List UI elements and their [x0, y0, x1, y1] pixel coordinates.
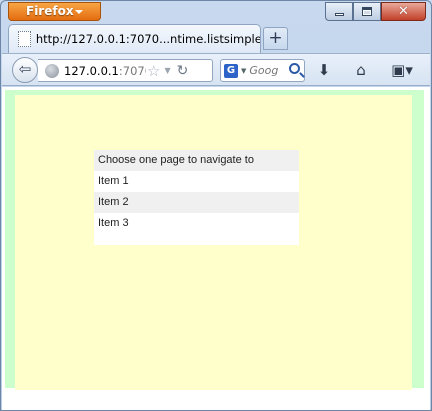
navigation-toolbar: ⇦ 127.0.0.1:7070/c ☆ ▼ ↻ G ▼ Goog ⬇ ⌂ ▣▾: [2, 53, 430, 86]
close-icon: ✕: [398, 4, 409, 19]
minimize-button[interactable]: [325, 2, 353, 21]
history-dropdown-icon[interactable]: ▼: [164, 66, 170, 75]
url-path: :7070/c: [118, 63, 146, 78]
home-icon[interactable]: ⌂: [353, 62, 369, 78]
new-tab-button[interactable]: +: [263, 27, 288, 50]
list-item-2[interactable]: Item 2: [94, 192, 299, 213]
globe-icon: [45, 63, 59, 78]
url-host: 127.0.0.1: [64, 63, 119, 78]
reload-icon[interactable]: ↻: [177, 63, 189, 79]
list-item-3[interactable]: Item 3: [94, 213, 299, 234]
close-button[interactable]: ✕: [381, 2, 426, 21]
search-icon[interactable]: [289, 63, 300, 74]
outer-panel: Choose one page to navigate to Item 1 It…: [5, 90, 424, 390]
tab-title: http://127.0.0.1:7070...ntime.listsimple…: [35, 32, 260, 46]
list-item-1[interactable]: Item 1: [94, 171, 299, 192]
search-bar[interactable]: G ▼ Goog: [220, 59, 305, 82]
minimize-icon: [334, 13, 344, 16]
list-header: Choose one page to navigate to: [94, 150, 299, 171]
maximize-button[interactable]: [353, 2, 381, 21]
back-button[interactable]: ⇦: [12, 57, 38, 83]
page-favicon-icon: [18, 31, 31, 47]
url-bar[interactable]: 127.0.0.1:7070/c ☆ ▼ ↻: [38, 59, 213, 82]
search-engine-icon[interactable]: G: [224, 63, 238, 78]
search-input[interactable]: Goog: [249, 64, 281, 77]
firefox-menu-button[interactable]: Firefox: [8, 2, 101, 21]
tab-active[interactable]: http://127.0.0.1:7070...ntime.listsimple…: [8, 24, 261, 53]
chevron-down-icon: [75, 10, 83, 14]
firefox-menu-label: Firefox: [26, 4, 74, 18]
navigation-list: Choose one page to navigate to Item 1 It…: [94, 150, 299, 245]
inner-panel: Choose one page to navigate to Item 1 It…: [15, 95, 412, 390]
window-controls: ✕: [325, 2, 426, 21]
url-text[interactable]: 127.0.0.1:7070/c: [64, 64, 146, 78]
bookmark-star-icon[interactable]: ☆: [147, 62, 160, 80]
download-icon[interactable]: ⬇: [316, 62, 332, 78]
browser-window: Firefox ✕ http://127.0.0.1:7070...ntime.…: [0, 0, 432, 411]
page-viewport: Choose one page to navigate to Item 1 It…: [2, 87, 430, 410]
bookmarks-menu-icon[interactable]: ▣▾: [389, 62, 415, 78]
maximize-icon: [362, 7, 372, 16]
back-arrow-icon: ⇦: [18, 60, 32, 78]
search-engine-dropdown-icon[interactable]: ▼: [241, 67, 246, 75]
